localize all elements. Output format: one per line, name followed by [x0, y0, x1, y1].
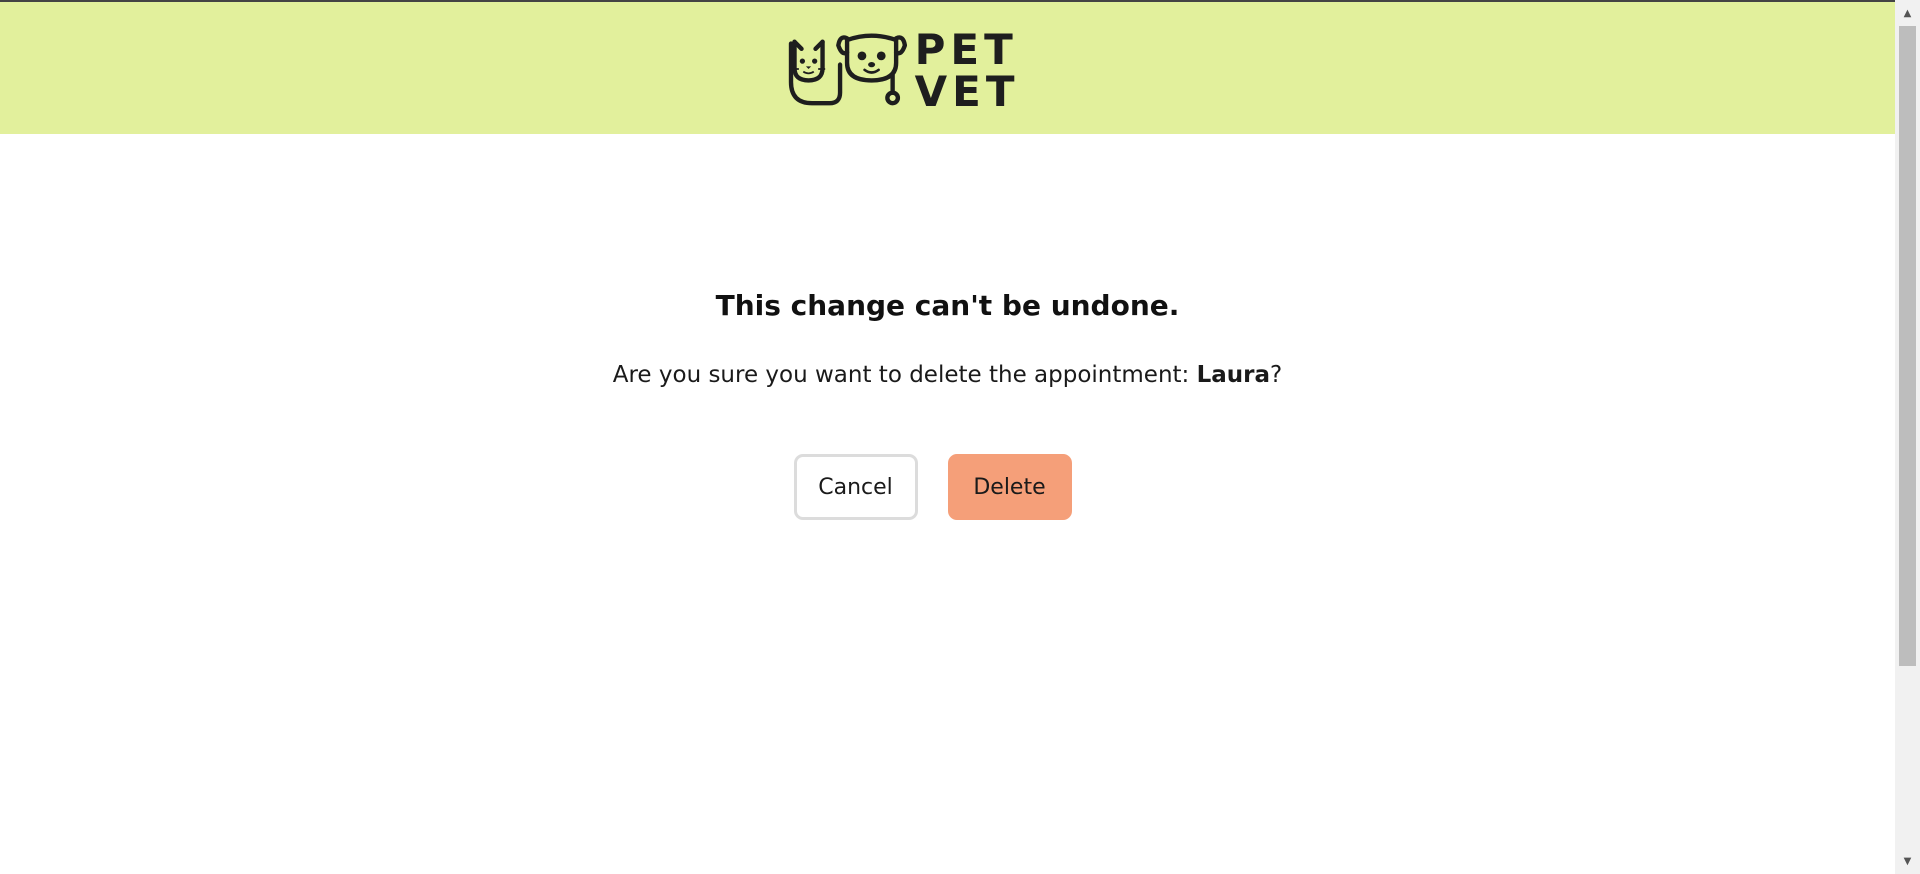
- dialog-message: Are you sure you want to delete the appo…: [0, 362, 1895, 388]
- cancel-button[interactable]: Cancel: [793, 454, 918, 520]
- scroll-up-arrow-icon[interactable]: ▲: [1895, 2, 1920, 24]
- message-prefix: Are you sure you want to delete the appo…: [612, 362, 1197, 388]
- brand-logo[interactable]: PET VET: [784, 24, 1114, 114]
- brand-name: PET VET: [914, 25, 1020, 116]
- dialog-actions: Cancel Delete: [0, 454, 1895, 520]
- vertical-scrollbar[interactable]: ▲ ▼: [1895, 0, 1920, 874]
- site-header: PET VET: [0, 2, 1895, 134]
- delete-button[interactable]: Delete: [947, 454, 1072, 520]
- page-viewport: PET VET This change can't be undone. Are…: [0, 0, 1895, 874]
- message-suffix: ?: [1270, 362, 1283, 388]
- cat-dog-stethoscope-logo-icon: [788, 33, 907, 106]
- scroll-down-arrow-icon[interactable]: ▼: [1895, 850, 1920, 872]
- scrollbar-thumb[interactable]: [1899, 26, 1916, 666]
- appointment-name: Laura: [1196, 362, 1271, 388]
- dialog-title: This change can't be undone.: [715, 289, 1180, 322]
